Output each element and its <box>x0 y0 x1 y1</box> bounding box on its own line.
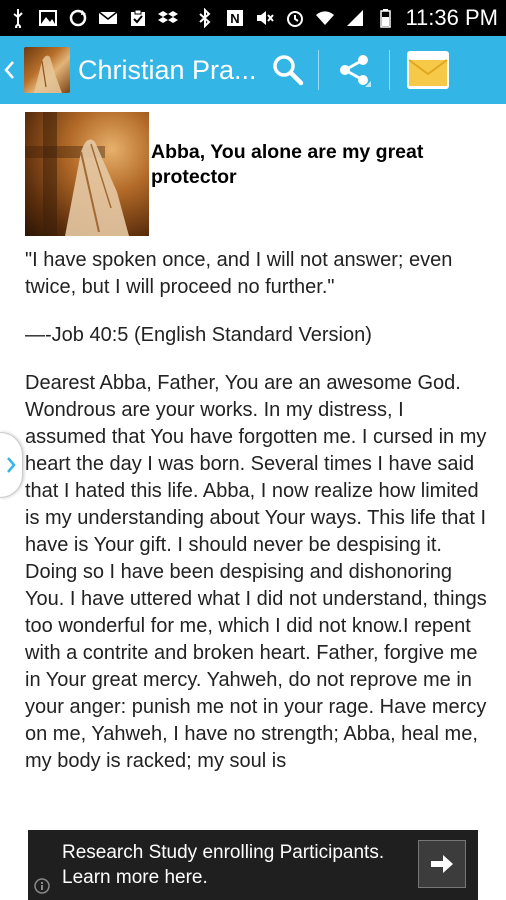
wifi-icon <box>316 11 335 25</box>
praying-hands-icon <box>25 112 129 236</box>
article-content[interactable]: Abba, You alone are my great protector "… <box>0 104 506 830</box>
article-title: Abba, You alone are my great protector <box>151 141 424 188</box>
chevron-right-icon <box>7 457 16 473</box>
share-button[interactable] <box>319 36 389 104</box>
mute-icon <box>257 11 275 25</box>
clipboard-icon <box>131 9 145 26</box>
app-logo[interactable] <box>24 47 70 93</box>
signal-icon <box>347 10 364 26</box>
alarm-icon <box>287 11 304 27</box>
clock: 11:36 PM <box>405 5 498 30</box>
prayer-body: Dearest Abba, Father, You are an awesome… <box>25 372 487 772</box>
info-icon[interactable] <box>34 878 50 894</box>
article-header: Abba, You alone are my great protector <box>25 112 487 236</box>
up-navigation-button[interactable] <box>0 36 18 104</box>
scripture-reference: —-Job 40:5 (English Standard Version) <box>25 324 372 346</box>
search-icon <box>273 55 304 86</box>
praying-hands-icon <box>34 55 62 93</box>
dropbox-icon <box>158 11 178 23</box>
scripture-quote: "I have spoken once, and I will not answ… <box>25 249 453 298</box>
mail-icon <box>98 11 118 24</box>
praying-hands-image <box>25 112 149 236</box>
svg-text:N: N <box>231 11 240 26</box>
image-icon <box>39 10 57 26</box>
ad-arrow-button[interactable] <box>418 840 466 888</box>
bluetooth-icon <box>199 8 211 28</box>
nfc-icon: N <box>227 10 244 26</box>
ad-text[interactable]: Research Study enrolling Participants. L… <box>62 840 402 890</box>
status-bar: N 11:36 PM <box>0 0 506 36</box>
sync-icon <box>69 9 87 27</box>
chevron-left-icon <box>4 61 14 79</box>
email-button[interactable] <box>390 36 466 104</box>
usb-icon <box>13 9 23 28</box>
battery-icon <box>380 9 392 28</box>
share-icon <box>340 55 371 87</box>
envelope-icon <box>407 51 449 89</box>
arrow-right-icon <box>431 855 453 873</box>
ad-banner[interactable]: Research Study enrolling Participants. L… <box>28 830 478 900</box>
action-bar: Christian Pra... <box>0 36 506 104</box>
search-button[interactable] <box>258 36 318 104</box>
app-title[interactable]: Christian Pra... <box>78 55 258 86</box>
